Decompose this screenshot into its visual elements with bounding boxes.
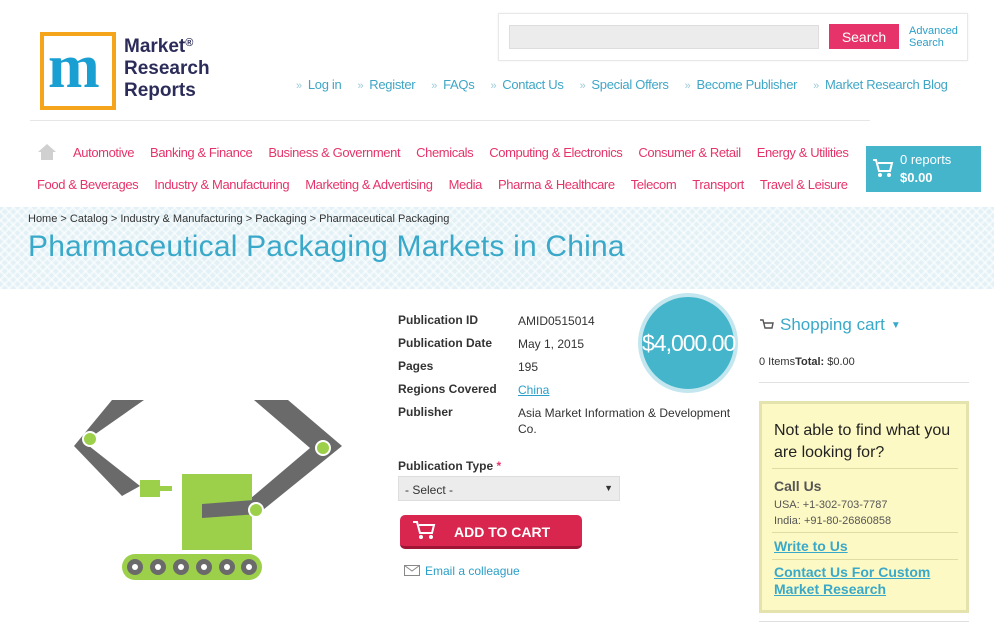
category-banking-finance[interactable]: Banking & Finance <box>150 145 253 160</box>
logo-line-1: Market <box>124 36 186 57</box>
breadcrumb-separator: > <box>107 213 121 225</box>
shopping-cart-title: Shopping cart <box>780 315 885 334</box>
publication-type-text: Publication Type <box>398 459 494 473</box>
robot-arm-illustration <box>74 400 342 580</box>
usa-phone: USA: +1-302-703-7787 <box>774 499 888 511</box>
help-separator <box>772 559 958 560</box>
cart-report-count: 0 reports <box>900 152 952 167</box>
category-business-government[interactable]: Business & Government <box>268 145 400 160</box>
cart-icon <box>873 159 894 177</box>
logo-text: Market® Research Reports <box>124 36 210 102</box>
category-transport[interactable]: Transport <box>692 177 744 192</box>
custom-research-link[interactable]: Contact Us For Custom Market Research <box>774 564 964 598</box>
breadcrumb: Home > Catalog > Industry & Manufacturin… <box>28 213 449 225</box>
header-divider <box>30 120 870 121</box>
home-icon[interactable] <box>38 144 56 160</box>
sidebar-divider <box>759 621 969 622</box>
top-nav: Log in Register FAQs Contact Us Special … <box>296 77 964 92</box>
breadcrumb-separator: > <box>242 213 256 225</box>
add-to-cart-button[interactable]: ADD TO CART <box>400 515 582 549</box>
contact-us-link[interactable]: Contact Us <box>490 77 564 92</box>
publication-type-label: Publication Type * <box>398 459 501 473</box>
select-value: - Select - <box>405 483 454 497</box>
logo-line-2: Research <box>124 58 210 79</box>
header-cart-button[interactable]: 0 reports $0.00 <box>866 146 981 192</box>
breadcrumb-catalog[interactable]: Catalog <box>70 213 108 225</box>
category-nav-row-2: Food & Beverages Industry & Manufacturin… <box>37 177 864 192</box>
cart-summary: 0 ItemsTotal: $0.00 <box>759 356 855 368</box>
add-to-cart-label: ADD TO CART <box>454 524 551 540</box>
help-box: Not able to find what you are looking fo… <box>759 401 969 613</box>
category-telecom[interactable]: Telecom <box>631 177 677 192</box>
cart-items-count: 0 Items <box>759 356 796 368</box>
chevron-down-icon: ▼ <box>890 320 901 331</box>
india-phone: India: +91-80-26860858 <box>774 515 892 527</box>
write-to-us-link[interactable]: Write to Us <box>774 538 964 555</box>
breadcrumb-current[interactable]: Pharmaceutical Packaging <box>319 213 449 225</box>
category-nav-row-1: Automotive Banking & Finance Business & … <box>73 145 864 160</box>
category-food-beverages[interactable]: Food & Beverages <box>37 177 139 192</box>
shopping-cart-toggle[interactable]: Shopping cart ▼ <box>760 315 901 335</box>
category-energy-utilities[interactable]: Energy & Utilities <box>757 145 849 160</box>
help-question: Not able to find what you are looking fo… <box>774 422 951 461</box>
cart-icon <box>760 319 774 329</box>
required-marker: * <box>496 459 502 473</box>
dropdown-arrow-icon: ▼ <box>604 483 613 493</box>
category-marketing-advertising[interactable]: Marketing & Advertising <box>305 177 433 192</box>
category-automotive[interactable]: Automotive <box>73 145 134 160</box>
cart-total-label: Total: <box>795 356 825 368</box>
breadcrumb-home[interactable]: Home <box>28 213 57 225</box>
category-travel-leisure[interactable]: Travel & Leisure <box>760 177 848 192</box>
register-link[interactable]: Register <box>357 77 415 92</box>
cart-amount: $0.00 <box>900 170 933 185</box>
category-media[interactable]: Media <box>449 177 483 192</box>
field-label: Publisher <box>398 405 453 419</box>
category-pharma-healthcare[interactable]: Pharma & Healthcare <box>498 177 615 192</box>
logo-mark-letter: m <box>48 33 100 101</box>
logo-mark: m <box>40 32 116 110</box>
search-box: Search Advanced Search <box>498 13 968 61</box>
page-title: Pharmaceutical Packaging Markets in Chin… <box>28 230 625 263</box>
site-logo[interactable]: m Market® Research Reports <box>40 32 210 112</box>
search-input[interactable] <box>509 25 819 49</box>
logo-line-3: Reports <box>124 80 196 101</box>
become-publisher-link[interactable]: Become Publisher <box>685 77 797 92</box>
special-offers-link[interactable]: Special Offers <box>580 77 669 92</box>
breadcrumb-industry[interactable]: Industry & Manufacturing <box>120 213 242 225</box>
publisher-value: Asia Market Information & Development Co… <box>518 406 731 436</box>
advanced-search-link[interactable]: Advanced Search <box>909 25 965 49</box>
login-link[interactable]: Log in <box>296 77 342 92</box>
search-button[interactable]: Search <box>829 24 899 49</box>
blog-link[interactable]: Market Research Blog <box>813 77 948 92</box>
call-us-heading: Call Us <box>774 478 822 494</box>
logo-registered: ® <box>185 37 194 49</box>
envelope-icon <box>404 565 420 576</box>
field-label: Regions Covered <box>398 382 497 396</box>
field-label: Pages <box>398 359 434 373</box>
breadcrumb-separator: > <box>57 213 70 225</box>
category-computing-electronics[interactable]: Computing & Electronics <box>489 145 623 160</box>
cart-total-value: $0.00 <box>827 356 855 368</box>
help-separator <box>772 468 958 469</box>
breadcrumb-packaging[interactable]: Packaging <box>255 213 306 225</box>
publication-type-select[interactable]: - Select - ▼ <box>398 476 620 501</box>
category-consumer-retail[interactable]: Consumer & Retail <box>638 145 741 160</box>
price-badge: $4,000.00 <box>638 293 738 393</box>
category-industry-manufacturing[interactable]: Industry & Manufacturing <box>154 177 289 192</box>
field-label: Publication ID <box>398 313 479 327</box>
email-colleague-label: Email a colleague <box>425 564 520 578</box>
category-chemicals[interactable]: Chemicals <box>416 145 473 160</box>
faqs-link[interactable]: FAQs <box>431 77 475 92</box>
breadcrumb-separator: > <box>306 213 320 225</box>
sidebar-divider <box>759 382 969 383</box>
help-separator <box>772 532 958 533</box>
field-label: Publication Date <box>398 336 493 350</box>
cart-icon <box>413 521 436 539</box>
